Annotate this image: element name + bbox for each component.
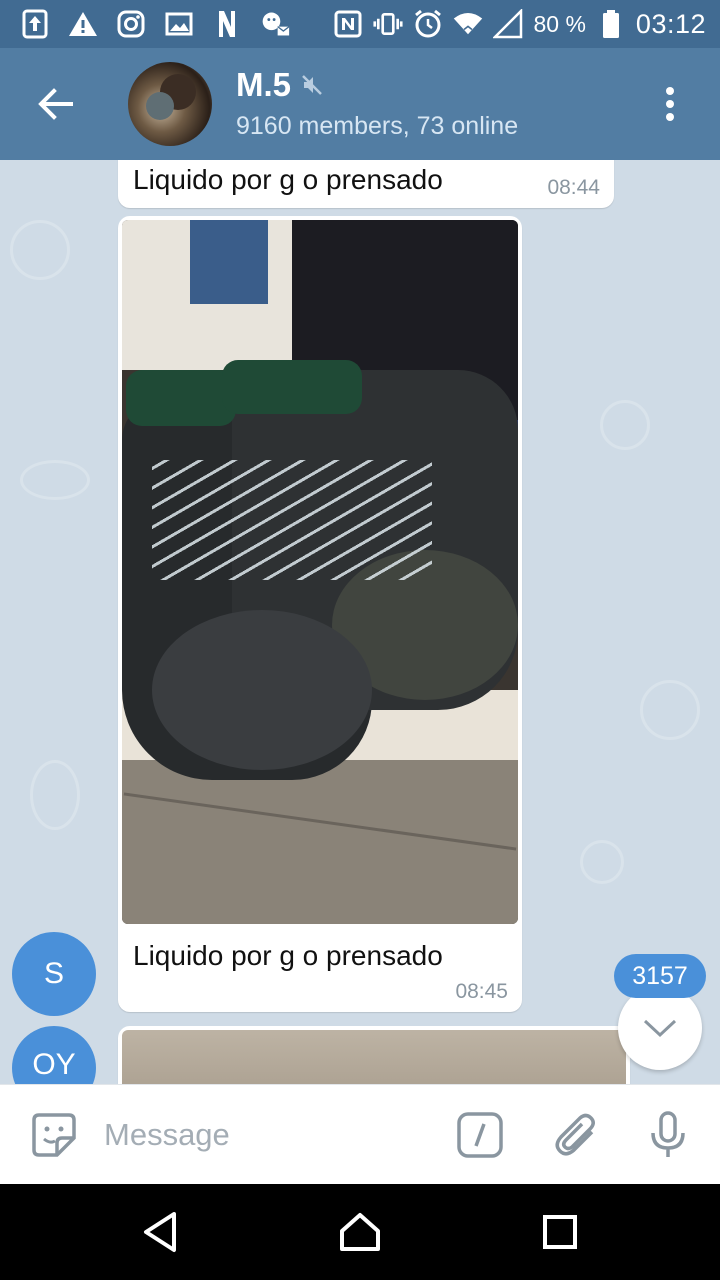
back-button[interactable] [0,48,110,160]
message-photo[interactable] [122,1030,626,1084]
sticker-icon [32,1113,76,1157]
upload-icon [20,9,50,39]
boot-toe [152,610,372,770]
status-bar: 80 % 03:12 [0,0,720,48]
wifi-icon [453,9,483,39]
message-photo[interactable] [122,220,518,924]
warning-icon [68,9,98,39]
arrow-left-icon [38,88,73,120]
image-icon [164,9,194,39]
nfc-icon [333,9,363,39]
chat-title-block[interactable]: M.5 9160 members, 73 online [236,66,518,141]
background-doodle [600,400,650,450]
clock: 03:12 [635,8,706,39]
n-app-icon [212,9,242,39]
voice-message-button[interactable] [644,1111,692,1159]
triangle-back-icon [144,1212,176,1252]
scroll-down-button[interactable] [618,986,702,1070]
background-doodle [30,760,80,830]
message-bubble[interactable]: Liquido por g o prensado 08:45 [118,216,522,1012]
sticker-button[interactable] [30,1111,78,1159]
instagram-icon [116,9,146,39]
slash-command-icon [457,1112,503,1158]
system-navigation-bar [0,1184,720,1280]
more-options-button[interactable] [650,84,690,124]
chat-header: M.5 9160 members, 73 online [0,48,720,160]
microphone-icon [651,1111,685,1157]
background-doodle [580,840,624,884]
message-composer: Message [0,1084,720,1184]
recents-icon [543,1215,577,1249]
vibrate-icon [373,9,404,39]
message-text: Liquido por g o prensado [133,164,443,195]
nav-back-button[interactable] [132,1204,188,1260]
signal-icon [493,9,523,39]
boot-collar [126,370,236,426]
photo-box [190,220,268,304]
unread-counter-badge[interactable]: 3157 [614,954,706,998]
message-bubble[interactable]: Liquido por g o prensado 08:44 [118,160,614,208]
sender-avatar[interactable]: OY [12,1026,96,1084]
message-time: 08:44 [547,176,600,199]
message-text: Liquido por g o prensado [133,940,443,971]
bot-command-button[interactable] [456,1111,504,1159]
background-doodle [640,680,700,740]
battery-icon [596,9,626,39]
chat-area[interactable]: Liquido por g o prensado 08:44 Liquido p… [0,160,720,1084]
background-doodle [10,220,70,280]
boot-laces [152,460,432,580]
paperclip-icon [555,1113,595,1156]
battery-percent: 80 % [533,10,586,37]
nav-recents-button[interactable] [532,1204,588,1260]
message-time: 08:45 [455,980,508,1003]
message-input[interactable]: Message [104,1117,230,1153]
chevron-down-icon [643,1019,677,1038]
sender-avatar[interactable]: S [12,932,96,1016]
boot-collar [222,360,362,414]
alarm-icon [413,9,443,39]
chat-subtitle: 9160 members, 73 online [236,112,519,140]
attach-button[interactable] [552,1111,600,1159]
group-avatar[interactable] [128,62,212,146]
muted-icon [302,75,322,95]
background-doodle [20,460,90,500]
more-vertical-icon [666,87,674,121]
nav-home-button[interactable] [332,1204,388,1260]
home-icon [340,1213,380,1251]
chat-notify-icon [260,9,290,39]
chat-title: M.5 [236,66,292,103]
message-bubble[interactable] [118,1026,630,1084]
